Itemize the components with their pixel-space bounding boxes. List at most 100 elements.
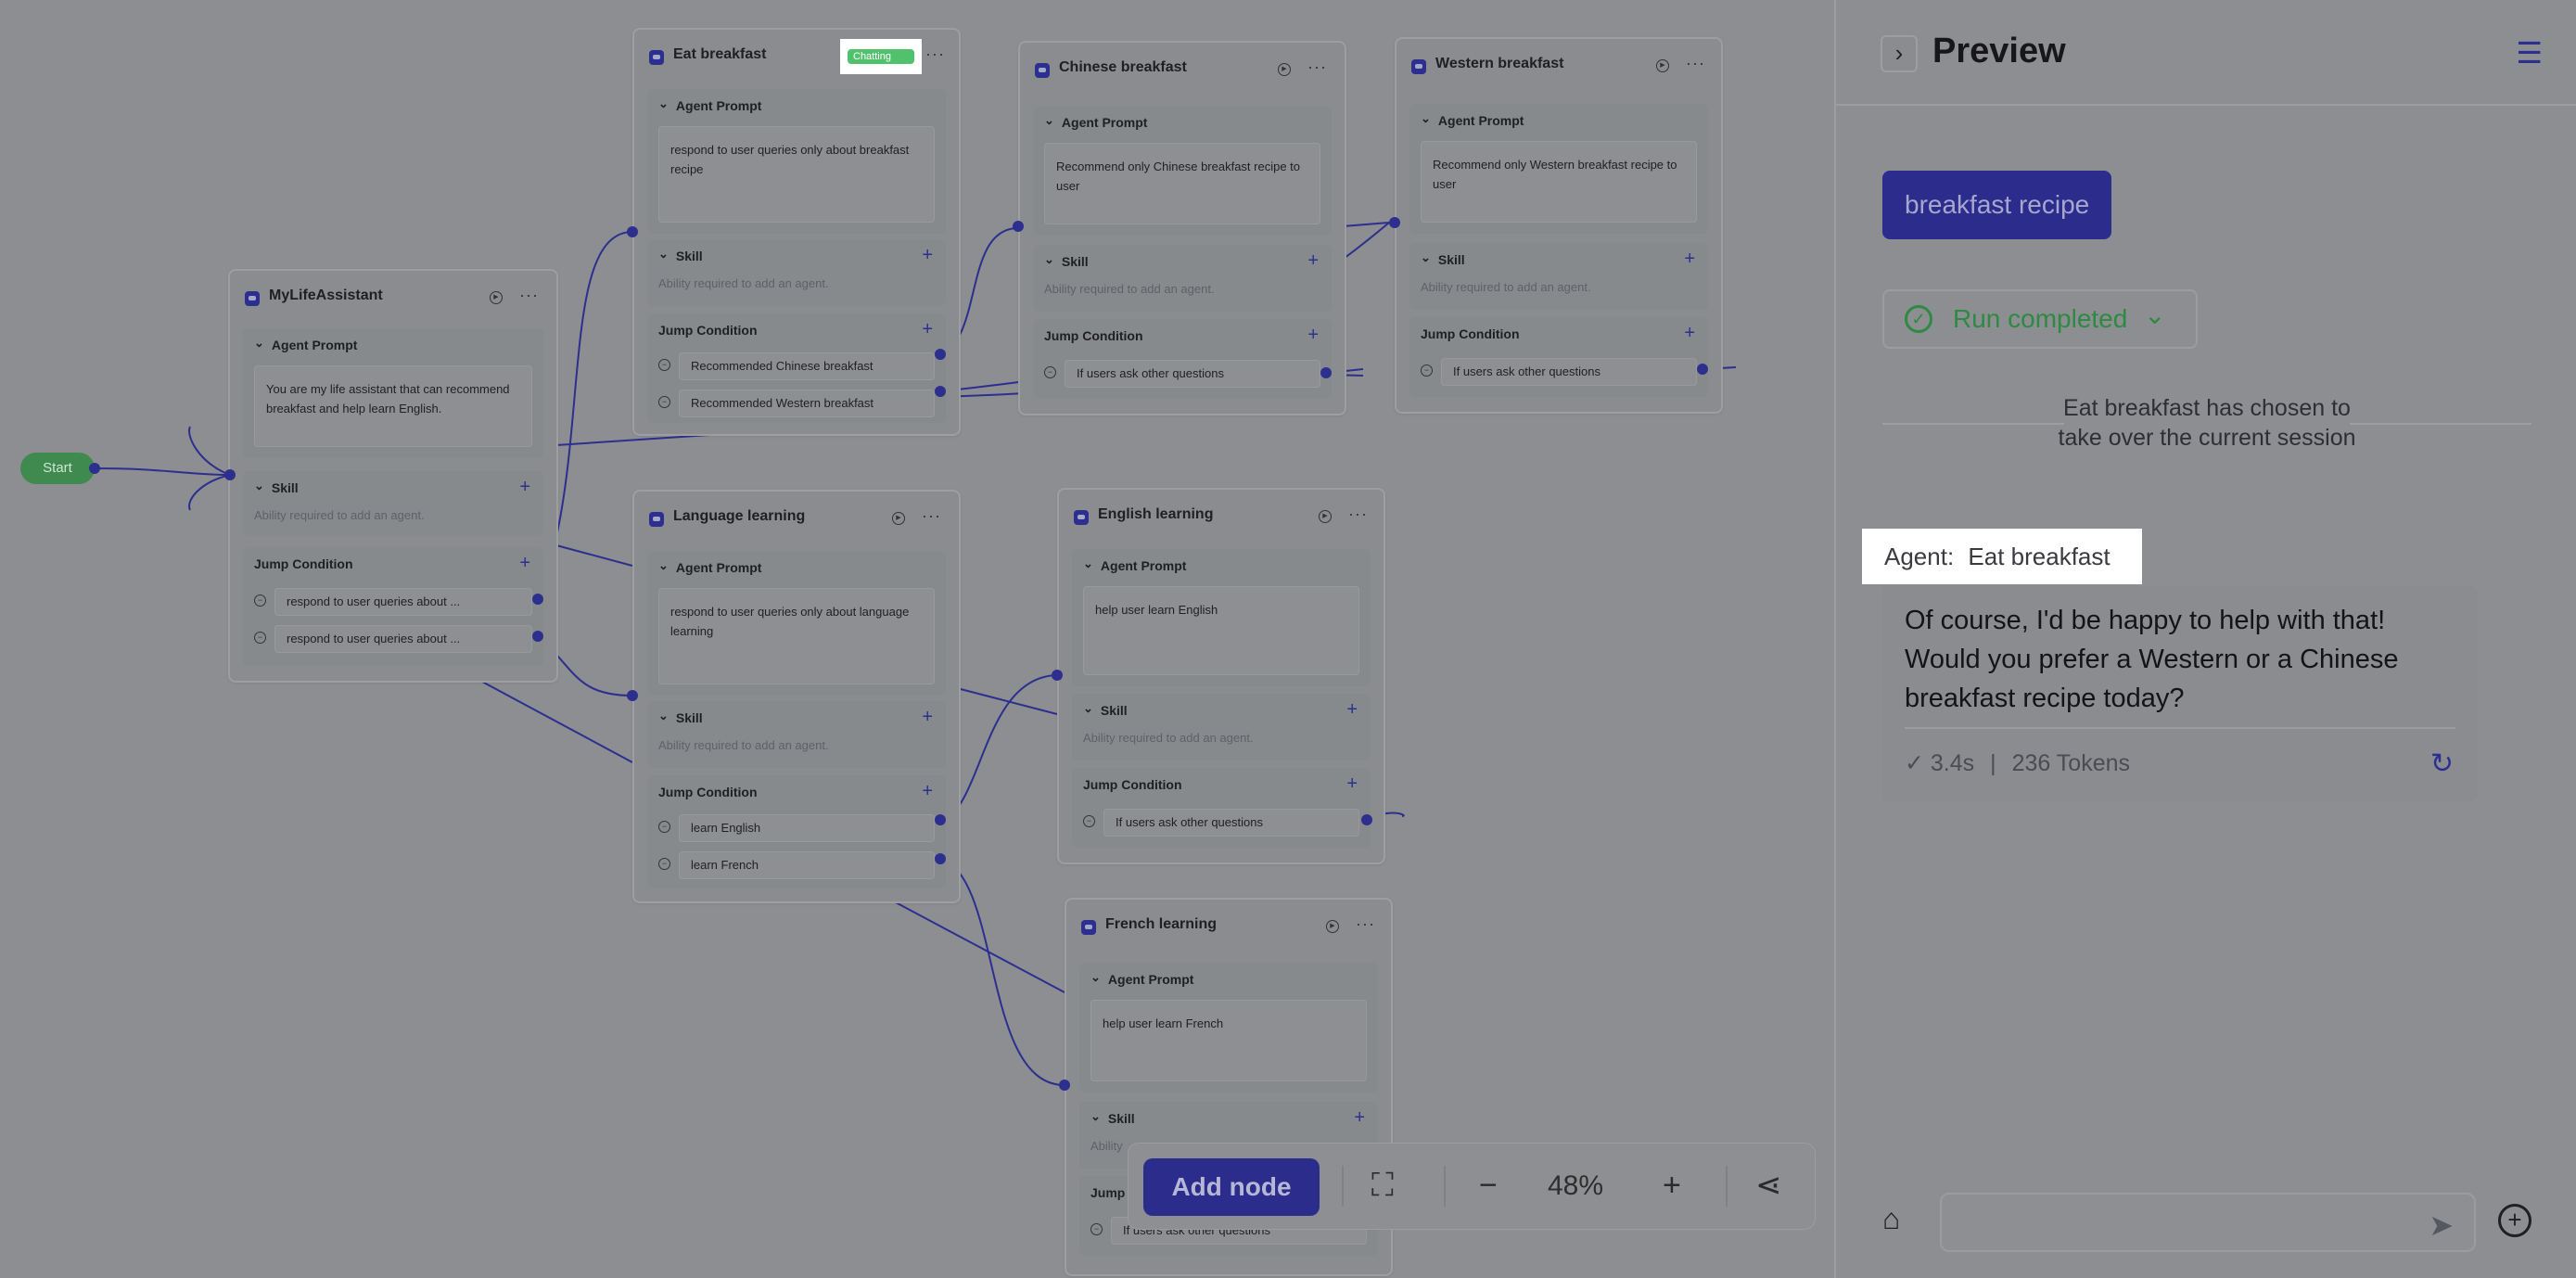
add-condition-icon[interactable]: + — [1346, 773, 1358, 795]
workflow-canvas[interactable]: Start MyLifeAssistant ▶ ··· Agent Prompt… — [0, 0, 1834, 1278]
add-condition-icon[interactable]: + — [922, 781, 933, 802]
run-icon[interactable]: ▶ — [1656, 59, 1669, 72]
condition-row[interactable]: − respond to user queries about ... — [254, 625, 532, 653]
input-handle[interactable] — [627, 690, 638, 701]
section-title[interactable]: Skill — [1044, 254, 1089, 270]
layout-icon[interactable]: ⋖ — [1755, 1162, 1782, 1208]
condition-text[interactable]: learn French — [679, 851, 935, 879]
condition-text[interactable]: respond to user queries about ... — [274, 625, 532, 653]
output-handle[interactable] — [1320, 367, 1332, 378]
node-eat-breakfast[interactable]: Eat breakfast Chatting ··· Agent Prompt … — [632, 28, 961, 436]
condition-text[interactable]: Recommended Western breakfast — [679, 390, 935, 417]
chat-input[interactable]: ➤ — [1940, 1193, 2476, 1252]
run-icon[interactable]: ▶ — [892, 512, 905, 525]
section-title[interactable]: Agent Prompt — [658, 98, 762, 114]
output-handle[interactable] — [935, 814, 946, 825]
output-handle[interactable] — [935, 349, 946, 360]
output-handle[interactable] — [1361, 814, 1372, 825]
add-skill-icon[interactable]: + — [519, 477, 530, 498]
clear-chat-icon[interactable]: ⌂ — [1882, 1202, 1900, 1236]
node-language-learning[interactable]: Language learning ▶ ··· Agent Prompt res… — [632, 490, 961, 903]
more-icon[interactable]: ··· — [1356, 914, 1375, 934]
output-handle[interactable] — [532, 594, 543, 605]
output-handle[interactable] — [532, 631, 543, 642]
zoom-out-icon[interactable]: − — [1479, 1162, 1498, 1208]
more-icon[interactable]: ··· — [519, 286, 539, 305]
add-skill-icon[interactable]: + — [922, 245, 933, 266]
more-icon[interactable]: ··· — [922, 506, 941, 526]
section-title[interactable]: Skill — [1090, 1111, 1135, 1127]
start-node[interactable]: Start — [20, 453, 95, 484]
condition-row[interactable]: − learn English — [658, 814, 935, 842]
output-handle[interactable] — [935, 386, 946, 397]
condition-text[interactable]: respond to user queries about ... — [274, 588, 532, 616]
run-status-button[interactable]: ✓ Run completed ⌄ — [1882, 289, 2198, 349]
run-icon[interactable]: ▶ — [1278, 63, 1291, 76]
collapse-panel-button[interactable]: › — [1881, 35, 1918, 72]
section-title[interactable]: Agent Prompt — [1044, 115, 1148, 131]
add-condition-icon[interactable]: + — [1684, 323, 1695, 344]
add-skill-icon[interactable]: + — [922, 707, 933, 728]
run-icon[interactable]: ▶ — [1326, 920, 1339, 933]
add-skill-icon[interactable]: + — [1354, 1107, 1365, 1129]
condition-text[interactable]: learn English — [679, 814, 935, 842]
run-icon[interactable]: ▶ — [490, 291, 503, 304]
add-skill-icon[interactable]: + — [1307, 250, 1319, 272]
section-title[interactable]: Skill — [658, 249, 703, 264]
condition-row[interactable]: − If users ask other questions — [1421, 358, 1697, 386]
send-icon[interactable]: ➤ — [2429, 1208, 2454, 1243]
section-title[interactable]: Agent Prompt — [254, 338, 358, 353]
add-condition-icon[interactable]: + — [1307, 325, 1319, 346]
condition-row[interactable]: − respond to user queries about ... — [254, 588, 532, 616]
agent-prompt-text[interactable]: help user learn French — [1090, 1000, 1367, 1081]
fit-view-icon[interactable]: ⛶ — [1371, 1162, 1394, 1208]
agent-prompt-text[interactable]: You are my life assistant that can recom… — [254, 365, 532, 447]
input-handle[interactable] — [224, 469, 236, 480]
add-condition-icon[interactable]: + — [922, 319, 933, 340]
run-icon[interactable]: ▶ — [1319, 510, 1332, 523]
condition-text[interactable]: If users ask other questions — [1103, 809, 1359, 837]
condition-row[interactable]: − Recommended Chinese breakfast — [658, 352, 935, 380]
input-handle[interactable] — [1013, 221, 1024, 232]
input-handle[interactable] — [1389, 217, 1400, 228]
more-icon[interactable]: ··· — [1686, 54, 1705, 73]
agent-prompt-text[interactable]: Recommend only Chinese breakfast recipe … — [1044, 143, 1320, 224]
section-title[interactable]: Agent Prompt — [1083, 558, 1187, 574]
zoom-in-icon[interactable]: + — [1663, 1162, 1681, 1208]
node-western-breakfast[interactable]: Western breakfast ▶ ··· Agent Prompt Rec… — [1395, 37, 1723, 414]
input-handle[interactable] — [627, 226, 638, 237]
more-icon[interactable]: ··· — [1307, 58, 1327, 77]
section-title[interactable]: Skill — [658, 710, 703, 726]
condition-row[interactable]: − learn French — [658, 851, 935, 879]
agent-prompt-text[interactable]: Recommend only Western breakfast recipe … — [1421, 141, 1697, 223]
condition-row[interactable]: − If users ask other questions — [1083, 809, 1359, 837]
section-title[interactable]: Agent Prompt — [658, 560, 762, 576]
agent-prompt-text[interactable]: respond to user queries only about break… — [658, 126, 935, 223]
checklist-icon[interactable]: ☰ — [2516, 35, 2543, 70]
section-title[interactable]: Skill — [1421, 252, 1465, 268]
section-title[interactable]: Agent Prompt — [1090, 972, 1194, 988]
add-skill-icon[interactable]: + — [1684, 249, 1695, 270]
agent-prompt-text[interactable]: help user learn English — [1083, 586, 1359, 675]
condition-row[interactable]: − Recommended Western breakfast — [658, 390, 935, 417]
section-title[interactable]: Agent Prompt — [1421, 113, 1524, 129]
output-handle[interactable] — [935, 853, 946, 864]
add-skill-icon[interactable]: + — [1346, 699, 1358, 721]
refresh-icon[interactable]: ↻ — [2430, 748, 2454, 780]
output-handle[interactable] — [1697, 364, 1708, 375]
node-english-learning[interactable]: English learning ▶ ··· Agent Prompt help… — [1057, 488, 1385, 864]
condition-row[interactable]: − If users ask other questions — [1044, 360, 1320, 388]
section-title[interactable]: Skill — [1083, 703, 1128, 719]
more-icon[interactable]: ··· — [925, 45, 945, 64]
condition-text[interactable]: If users ask other questions — [1441, 358, 1697, 386]
condition-text[interactable]: If users ask other questions — [1065, 360, 1320, 388]
condition-text[interactable]: Recommended Chinese breakfast — [679, 352, 935, 380]
input-handle[interactable] — [1059, 1080, 1070, 1091]
node-mylifeassistant[interactable]: MyLifeAssistant ▶ ··· Agent Prompt You a… — [228, 269, 558, 683]
node-chinese-breakfast[interactable]: Chinese breakfast ▶ ··· Agent Prompt Rec… — [1018, 41, 1346, 415]
add-condition-icon[interactable]: + — [519, 553, 530, 574]
input-handle[interactable] — [1052, 670, 1063, 681]
add-circle-icon[interactable]: + — [2498, 1204, 2531, 1237]
section-title[interactable]: Skill — [254, 480, 299, 496]
more-icon[interactable]: ··· — [1348, 505, 1368, 524]
